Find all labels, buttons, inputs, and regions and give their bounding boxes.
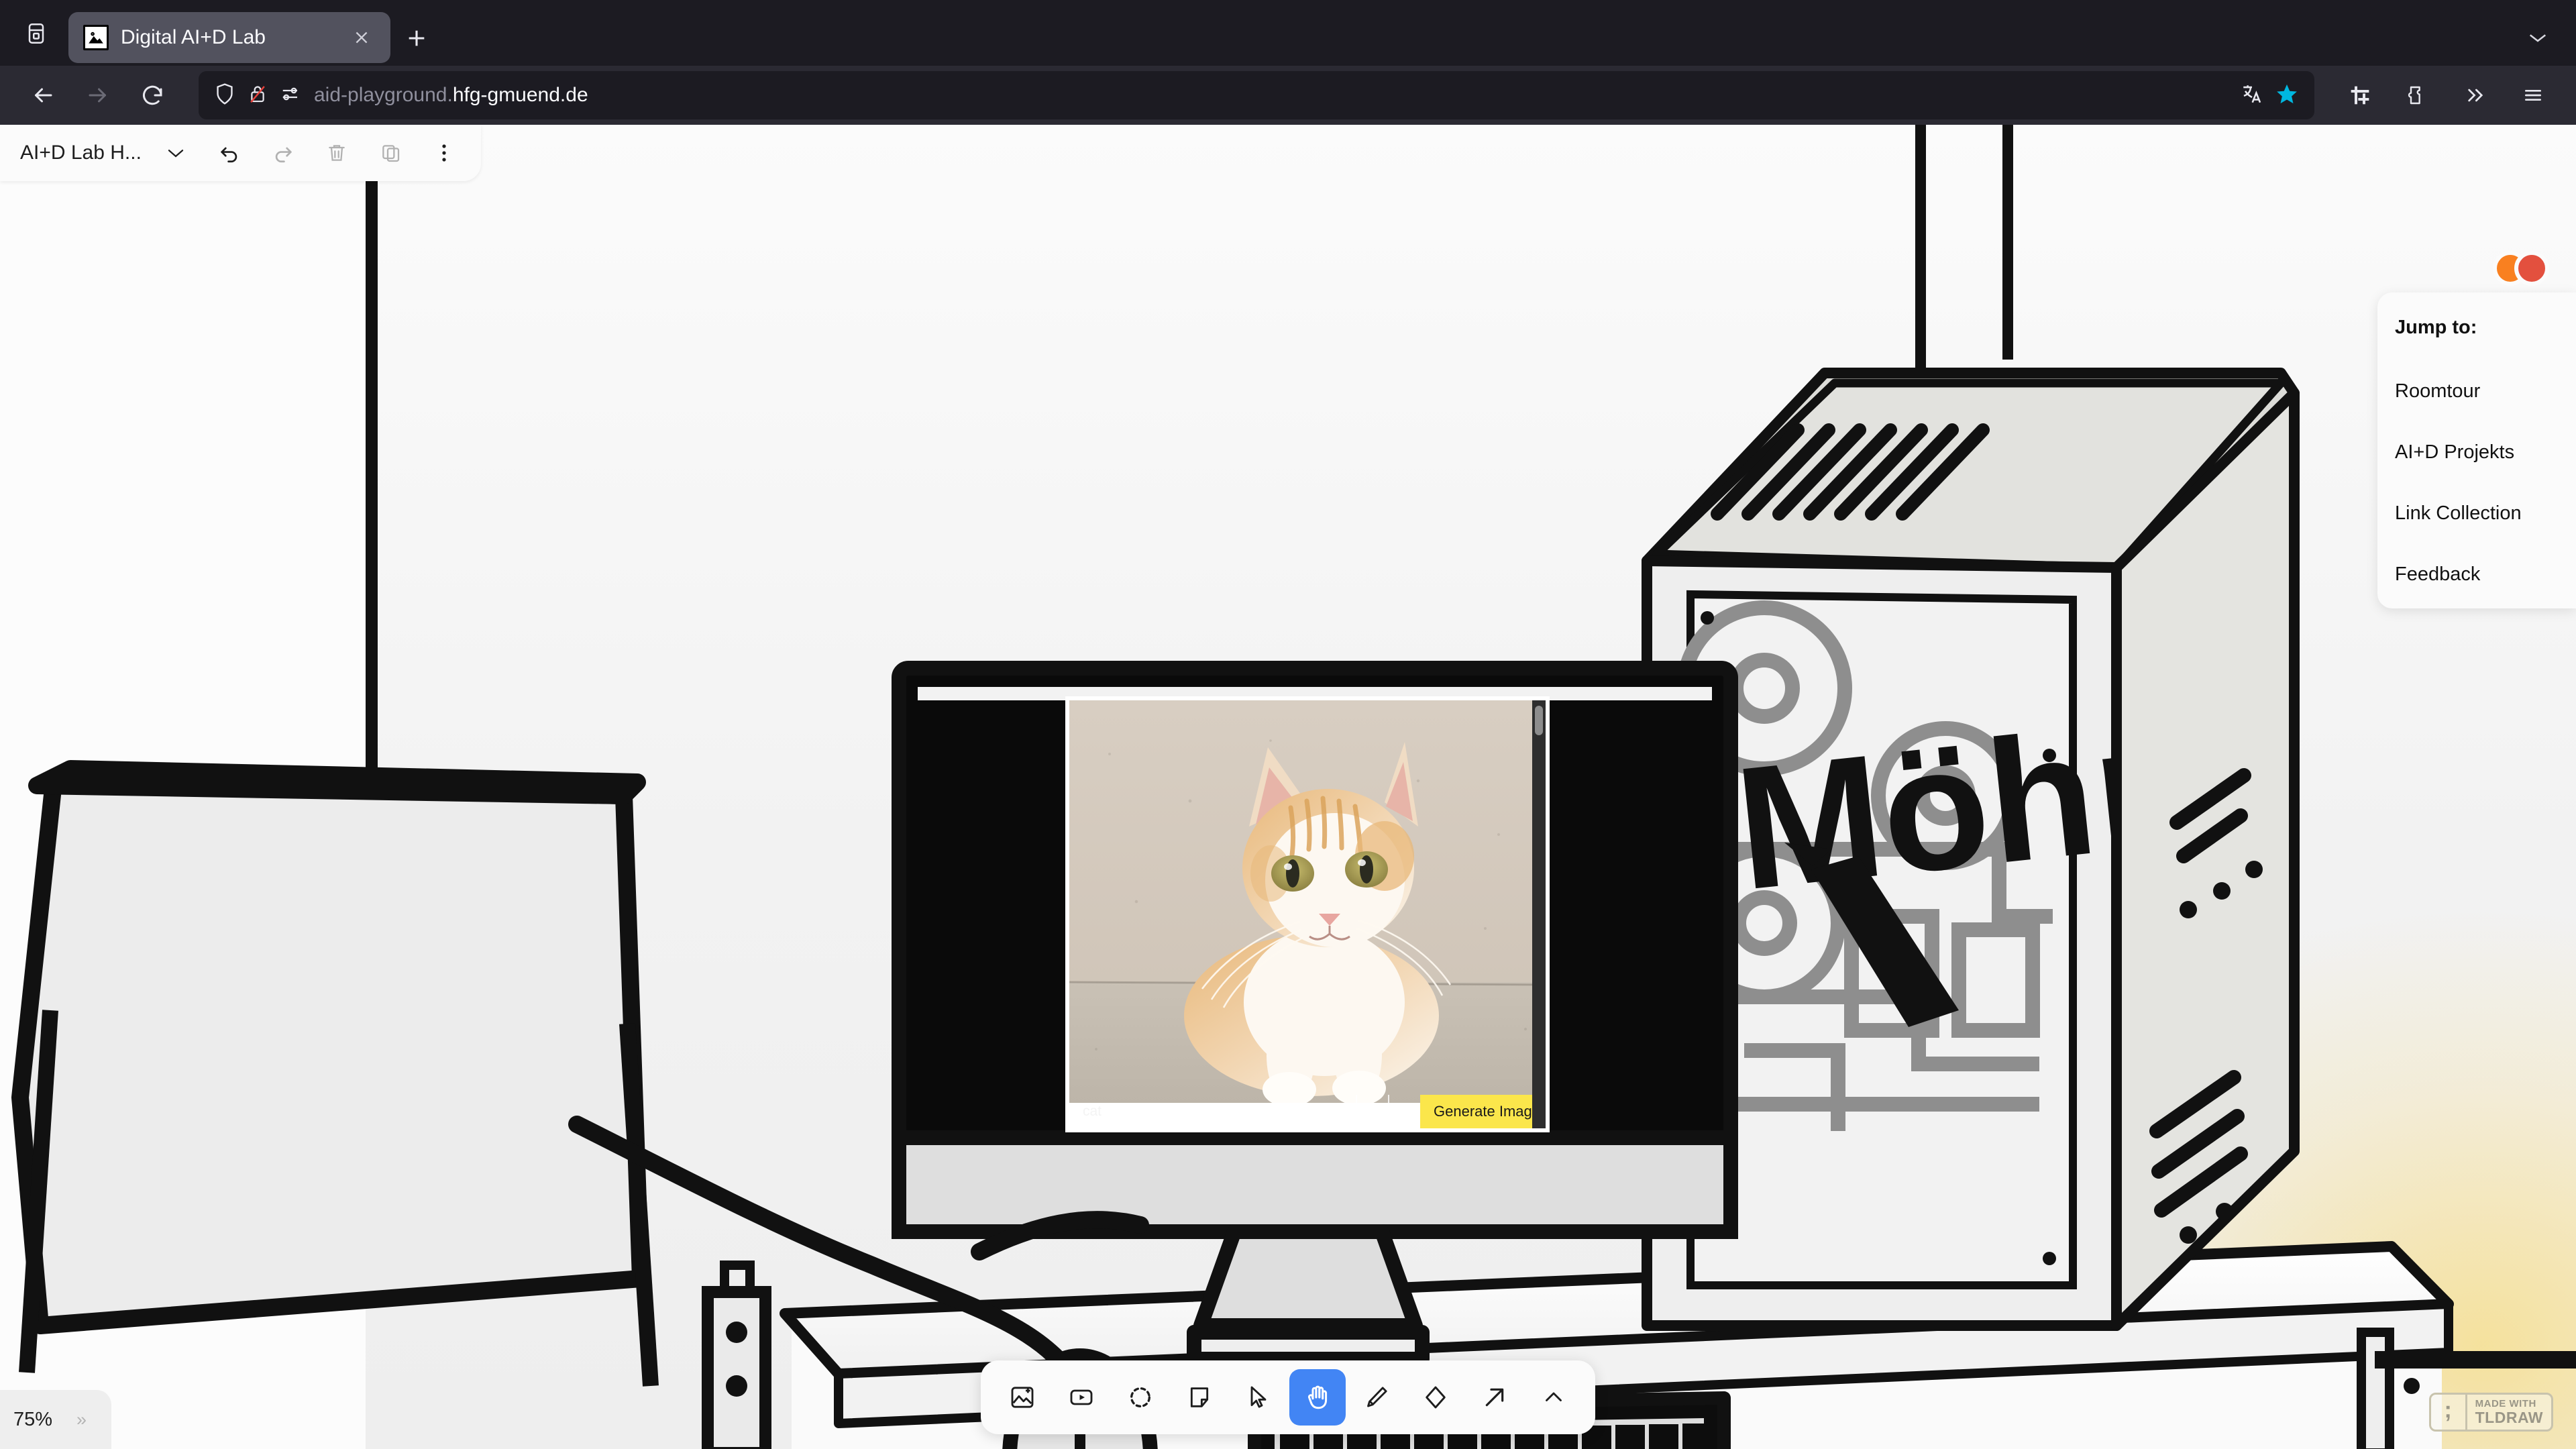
window-controls — [2516, 17, 2560, 58]
jump-link-link-collection[interactable]: Link Collection — [2395, 502, 2576, 525]
site-permissions-icon[interactable] — [280, 85, 301, 106]
prompt-bar: cat ↑ ↓ Generate Image — [1069, 1095, 1546, 1128]
list-all-tabs-icon[interactable] — [8, 5, 64, 62]
browser-window: Digital AI+D Lab aid-playground.hfg-gmue… — [0, 0, 2576, 1449]
url-bar[interactable]: aid-playground.hfg-gmuend.de — [199, 71, 2314, 119]
eraser-tool[interactable] — [1407, 1369, 1464, 1426]
crop-screenshot-icon[interactable] — [2336, 71, 2384, 119]
chevron-down-icon[interactable] — [2516, 17, 2560, 58]
tracking-protection-shield-icon[interactable] — [215, 83, 235, 109]
jump-link-aid-projekts[interactable]: AI+D Projekts — [2395, 441, 2576, 464]
double-chevron-right-icon[interactable] — [2451, 71, 2500, 119]
more-vertical-icon[interactable] — [419, 129, 469, 176]
select-tool[interactable] — [1230, 1369, 1287, 1426]
reload-icon[interactable] — [129, 71, 177, 119]
jump-to-panel: Jump to: Roomtour AI+D Projekts Link Col… — [2377, 292, 2576, 608]
collaborator-presence — [2493, 251, 2549, 286]
tab-title: Digital AI+D Lab — [121, 26, 266, 48]
insecure-connection-icon[interactable] — [248, 83, 267, 108]
browser-toolbar-actions — [2336, 71, 2557, 119]
double-chevron-right-icon[interactable]: » — [76, 1409, 87, 1430]
embedded-image-generator[interactable]: cat ↑ ↓ Generate Image — [1065, 696, 1550, 1132]
zoom-level-label[interactable]: 75% — [13, 1409, 52, 1431]
url-text: aid-playground.hfg-gmuend.de — [314, 84, 588, 107]
scrollbar-thumb[interactable] — [1535, 706, 1543, 735]
jump-link-roomtour[interactable]: Roomtour — [2395, 380, 2576, 402]
laser-frame-tool[interactable] — [1112, 1369, 1169, 1426]
hand-tool[interactable] — [1289, 1369, 1346, 1426]
asset-image-tool[interactable] — [994, 1369, 1051, 1426]
badge-line-1: MADE WITH — [2475, 1397, 2536, 1409]
more-tools[interactable] — [1525, 1369, 1582, 1426]
made-with-tldraw-badge[interactable]: ; MADE WITH TLDRAW — [2428, 1393, 2553, 1432]
tldraw-menu-bar: AI+D Lab H... — [0, 125, 481, 181]
document-name[interactable]: AI+D Lab H... — [15, 138, 147, 168]
tab-strip: Digital AI+D Lab — [0, 0, 2576, 66]
undo-icon[interactable] — [205, 129, 254, 176]
redo-icon[interactable] — [258, 129, 308, 176]
embed-video-tool[interactable] — [1053, 1369, 1110, 1426]
jump-to-title: Jump to: — [2395, 317, 2477, 338]
generate-image-button[interactable]: Generate Image — [1420, 1095, 1546, 1128]
collaborator-avatar-2[interactable] — [2514, 251, 2549, 286]
arrow-left-icon[interactable] — [19, 71, 67, 119]
tldraw-semicolon-logo: ; — [2431, 1395, 2467, 1430]
arrow-right-icon[interactable] — [74, 71, 122, 119]
jump-link-feedback[interactable]: Feedback — [2395, 564, 2576, 586]
star-bookmark-icon[interactable] — [2275, 83, 2298, 109]
arrow-tool[interactable] — [1466, 1369, 1523, 1426]
draw-tool[interactable] — [1348, 1369, 1405, 1426]
tldraw-badge-text: MADE WITH TLDRAW — [2467, 1395, 2551, 1430]
navigation-toolbar: aid-playground.hfg-gmuend.de — [0, 66, 2576, 125]
trash-icon[interactable] — [312, 129, 362, 176]
tldraw-canvas[interactable]: Möhre cat ↑ ↓ Generate Image AI+D Lab H.… — [0, 125, 2576, 1449]
badge-line-2: TLDRAW — [2475, 1409, 2543, 1427]
note-tool[interactable] — [1171, 1369, 1228, 1426]
generated-cat-photo — [1069, 700, 1546, 1103]
url-domain: hfg-gmuend.de — [452, 84, 588, 106]
browser-tab[interactable]: Digital AI+D Lab — [68, 12, 390, 63]
url-prefix: aid-playground. — [314, 84, 453, 106]
chevron-down-icon[interactable] — [151, 129, 201, 176]
duplicate-icon[interactable] — [366, 129, 415, 176]
extension-puzzle-icon[interactable] — [2394, 71, 2442, 119]
arrow-down-icon[interactable]: ↓ — [1388, 1095, 1420, 1128]
translate-icon[interactable] — [2241, 83, 2263, 109]
arrow-up-icon[interactable]: ↑ — [1356, 1095, 1388, 1128]
tldraw-toolbar — [981, 1360, 1595, 1434]
image-placeholder-icon — [83, 25, 109, 50]
embedded-app-scrollbar[interactable] — [1532, 700, 1546, 1128]
close-icon[interactable] — [347, 23, 376, 52]
zoom-control[interactable]: 75% » — [0, 1390, 111, 1449]
new-tab-button[interactable] — [394, 16, 439, 60]
hamburger-menu-icon[interactable] — [2509, 71, 2557, 119]
prompt-input[interactable]: cat — [1069, 1095, 1356, 1128]
